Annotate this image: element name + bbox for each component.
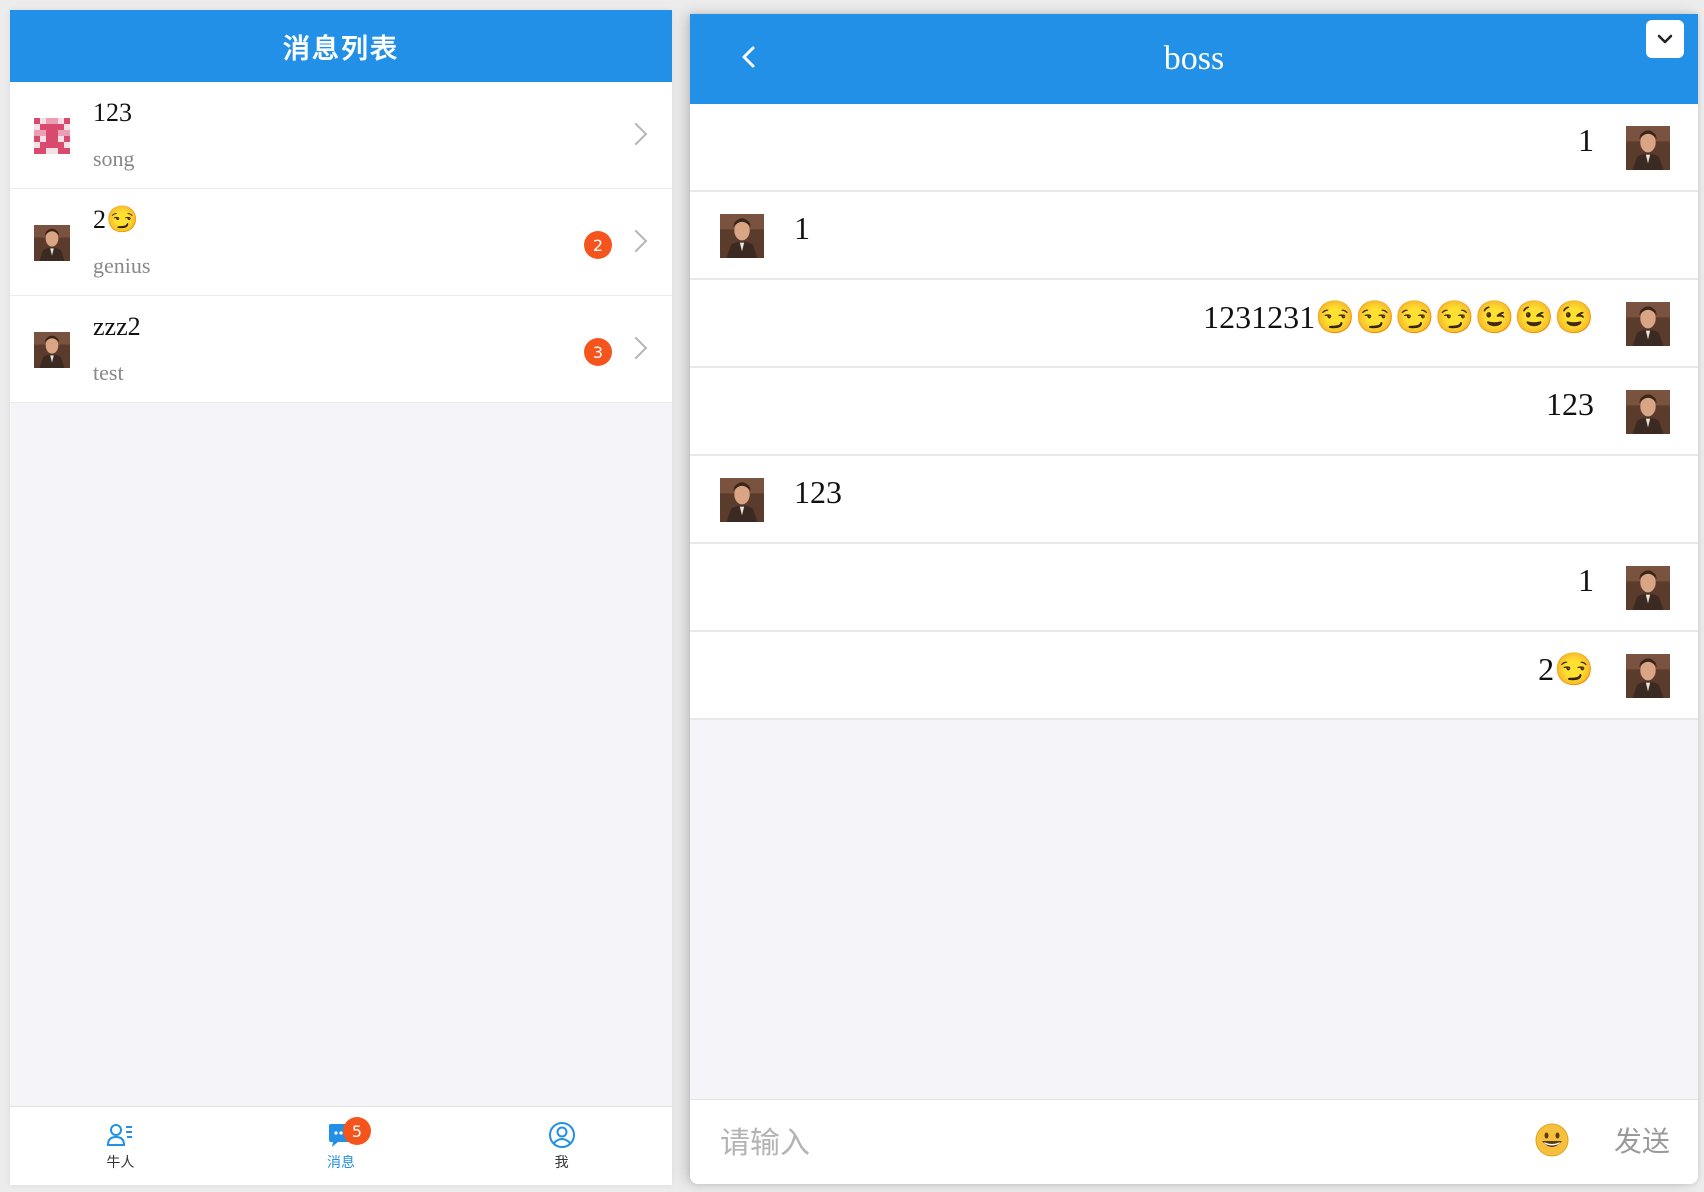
user-avatar [34, 332, 70, 368]
chat-panel: boss 1 1 1231231😏😏😏😏😉😉😉 123 123 1 2😏 请输入… [690, 14, 1698, 1184]
conversation-username: test [93, 360, 124, 385]
tab-label: 我 [554, 1155, 569, 1171]
message-list-header: 消息列表 [10, 10, 672, 82]
chevron-right-icon [624, 122, 648, 146]
unread-count-badge: 3 [584, 338, 612, 366]
message-thread: 1 1 1231231😏😏😏😏😉😉😉 123 123 1 2😏 [690, 104, 1698, 720]
tab-messages[interactable]: 消息 5 [231, 1107, 452, 1185]
send-button[interactable]: 发送 [1614, 1120, 1670, 1160]
conversation-title: 123 [93, 98, 132, 127]
conversation-item[interactable]: 2😏 genius 2 [10, 189, 672, 296]
message-row: 1 [690, 104, 1698, 192]
collapse-button[interactable] [1646, 20, 1684, 58]
tab-label: 消息 [327, 1155, 355, 1171]
unread-count-badge: 2 [584, 231, 612, 259]
tab-me[interactable]: 我 [451, 1107, 672, 1185]
user-avatar [1626, 126, 1670, 170]
user-avatar [720, 214, 764, 258]
user-avatar [1626, 566, 1670, 610]
conversation-item[interactable]: zzz2 test 3 [10, 296, 672, 403]
conversation-username: genius [93, 253, 151, 278]
message-text: 2😏 [1538, 651, 1594, 687]
message-text: 123 [1546, 386, 1594, 422]
message-list-title: 消息列表 [283, 33, 399, 65]
chevron-right-icon [624, 229, 648, 253]
message-text: 1 [1578, 562, 1594, 598]
chevron-down-icon [1657, 34, 1673, 44]
message-text: 1 [794, 210, 810, 246]
conversation-username: song [93, 146, 135, 171]
user-circle-icon [548, 1122, 575, 1148]
message-text: 123 [794, 474, 842, 510]
message-input[interactable] [718, 1114, 1482, 1172]
chat-title: boss [1163, 40, 1225, 77]
chat-header: boss [690, 14, 1698, 104]
conversation-item[interactable]: 123 song [10, 82, 672, 189]
tab-genius[interactable]: 牛人 [10, 1107, 231, 1185]
message-row: 123 [690, 456, 1698, 544]
user-list-icon [107, 1124, 133, 1146]
message-list-panel: 消息列表 123 song 2😏 genius 2 zzz2 test 3 牛人… [10, 10, 672, 1185]
user-avatar [720, 478, 764, 522]
message-row: 1231231😏😏😏😏😉😉😉 [690, 280, 1698, 368]
chevron-right-icon [624, 336, 648, 360]
messages-badge: 5 [343, 1117, 371, 1145]
message-row: 1 [690, 192, 1698, 280]
conversation-title: 2😏 [93, 205, 139, 234]
message-row: 1 [690, 544, 1698, 632]
user-avatar [34, 225, 70, 261]
message-row: 2😏 [690, 632, 1698, 720]
tab-label: 牛人 [106, 1155, 135, 1171]
user-avatar [1626, 302, 1670, 346]
message-text: 1231231😏😏😏😏😉😉😉 [1203, 299, 1594, 335]
conversation-list: 123 song 2😏 genius 2 zzz2 test 3 [10, 82, 672, 403]
message-row: 123 [690, 368, 1698, 456]
message-text: 1 [1578, 122, 1594, 158]
message-input-bar: 发送 [690, 1099, 1698, 1184]
identicon-avatar [34, 118, 70, 154]
user-avatar [1626, 390, 1670, 434]
back-arrow-icon[interactable] [738, 46, 760, 68]
bottom-tab-bar: 牛人 消息 5 我 [10, 1106, 672, 1185]
user-avatar [1626, 654, 1670, 698]
conversation-title: zzz2 [93, 312, 141, 341]
emoji-picker-icon[interactable] [1534, 1122, 1570, 1158]
